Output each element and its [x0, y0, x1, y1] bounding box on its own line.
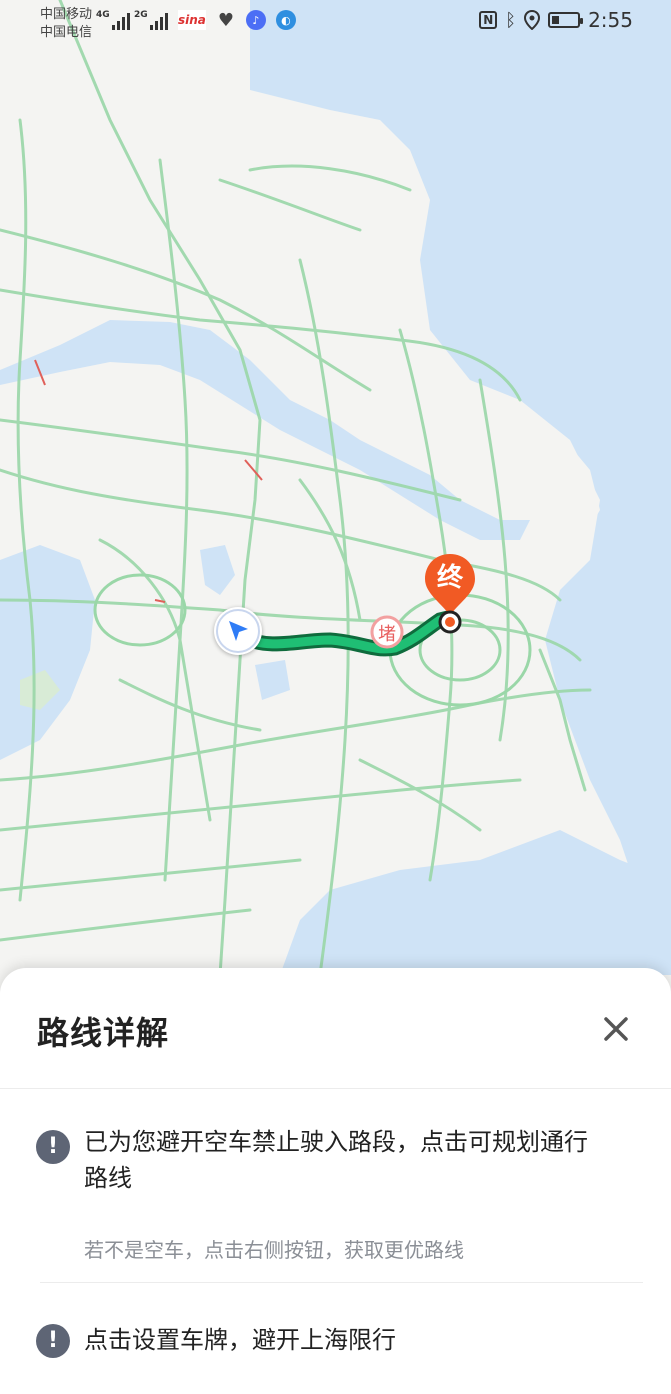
status-bar: 中国移动 中国电信 4G 2G sina ♥ ♪ ◐ N ᛒ 2:55 — [0, 0, 671, 46]
sina-icon: sina — [178, 10, 206, 30]
location-icon — [524, 10, 541, 30]
notice-item-empty-car[interactable]: ! 已为您避开空车禁止驶入路段，点击可规划通行 路线 若不是空车，点击右侧按钮，… — [36, 1124, 635, 1262]
carrier-labels: 中国移动 中国电信 — [40, 6, 92, 42]
heart-rate-icon: ♥ — [217, 9, 234, 31]
signal-1-icon: 4G — [96, 10, 130, 30]
close-icon[interactable] — [601, 1014, 631, 1044]
net-type-1: 4G — [96, 10, 110, 20]
notice-text: 已为您避开空车禁止驶入路段，点击可规划通行 路线 — [84, 1124, 635, 1196]
battery-icon — [548, 12, 584, 28]
status-right: N ᛒ 2:55 — [479, 8, 633, 32]
carrier-1: 中国移动 — [40, 7, 93, 22]
start-marker[interactable] — [214, 607, 262, 655]
net-type-2: 2G — [134, 10, 148, 20]
via-marker-label: 堵 — [378, 624, 396, 645]
notice-text: 点击设置车牌，避开上海限行 — [84, 1326, 396, 1354]
notice-item-license-plate[interactable]: ! 点击设置车牌，避开上海限行 — [36, 1318, 635, 1368]
nfc-icon: N — [479, 11, 498, 29]
sheet-title: 路线详解 — [37, 1014, 170, 1052]
exclamation-icon: ! — [36, 1130, 70, 1164]
exclamation-icon: ! — [36, 1324, 70, 1358]
congestion-marker: 堵 — [370, 615, 404, 649]
signal-2-icon: 2G — [134, 10, 168, 30]
carrier-2: 中国电信 — [40, 25, 93, 40]
end-marker-label: 终 — [436, 563, 463, 593]
route-detail-sheet: 路线详解 ! 已为您避开空车禁止驶入路段，点击可规划通行 路线 若不是空车，点击… — [0, 968, 671, 1394]
clock: 2:55 — [588, 8, 633, 32]
music-icon: ♪ — [245, 10, 266, 30]
notice-text-line-1: 已为您避开空车禁止驶入路段，点击可规划通行 — [84, 1128, 588, 1156]
browser-icon: ◐ — [275, 10, 296, 30]
notice-subtext: 若不是空车，点击右侧按钮，获取更优路线 — [84, 1238, 464, 1262]
bluetooth-icon: ᛒ — [505, 9, 517, 31]
end-marker[interactable]: 终 — [423, 552, 477, 636]
navigation-arrow-icon — [216, 609, 260, 653]
notice-text-line-2: 路线 — [84, 1164, 132, 1192]
item-divider — [40, 1282, 643, 1283]
signal-icons: 4G 2G sina ♥ ♪ ◐ — [96, 9, 296, 31]
header-divider — [0, 1088, 671, 1089]
